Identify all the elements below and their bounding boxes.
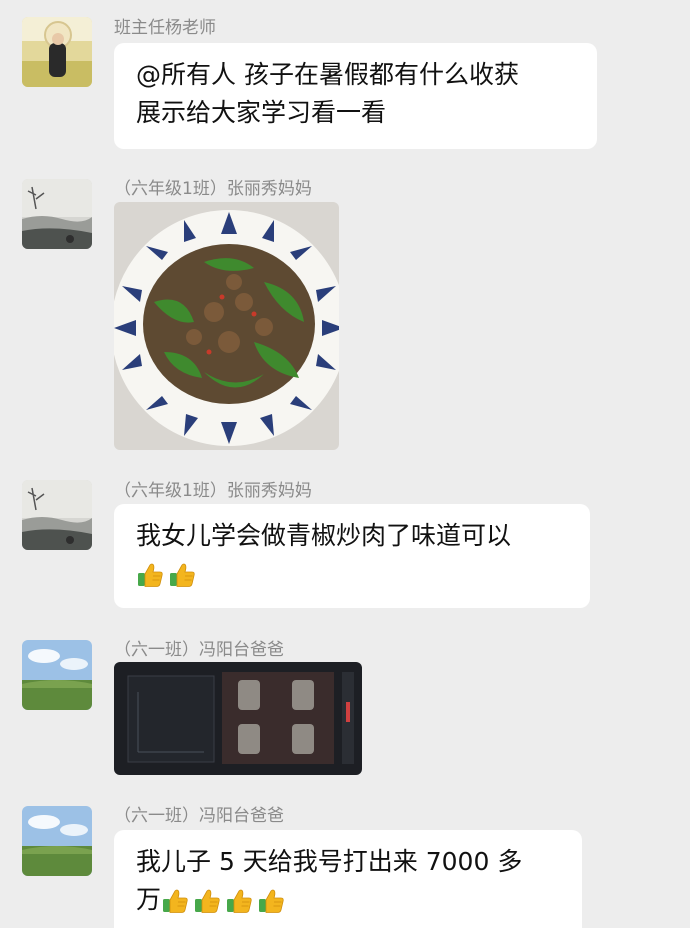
avatar[interactable] xyxy=(22,806,92,876)
thumbs-up-icon xyxy=(225,887,253,915)
teacher-avatar-image xyxy=(22,17,92,87)
ink-landscape-avatar-image xyxy=(22,480,92,550)
message-text: @所有人 孩子在暑假都有什么收获 xyxy=(136,60,519,89)
sender-name: （六年级1班）张丽秀妈妈 xyxy=(114,481,312,501)
message-text: 展示给大家学习看一看 xyxy=(136,98,387,127)
grassland-sky-avatar-image xyxy=(22,640,92,710)
grassland-sky-avatar-image xyxy=(22,806,92,876)
message-text: 我女儿学会做青椒炒肉了味道可以 xyxy=(136,521,512,550)
sender-name: 班主任杨老师 xyxy=(114,18,216,38)
message-bubble[interactable]: 我儿子 5 天给我号打出来 7000 多 万 xyxy=(114,830,582,928)
message-text-with-thumbs: 万 xyxy=(136,881,560,919)
avatar[interactable] xyxy=(22,480,92,550)
sender-name: （六一班）冯阳台爸爸 xyxy=(114,640,284,660)
sender-name: （六一班）冯阳台爸爸 xyxy=(114,806,284,826)
thumbs-up-icon xyxy=(136,561,164,589)
avatar[interactable] xyxy=(22,17,92,87)
ink-landscape-avatar-image xyxy=(22,179,92,249)
thumbs-row xyxy=(136,555,568,593)
message-bubble[interactable]: 我女儿学会做青椒炒肉了味道可以 xyxy=(114,504,590,608)
sender-name: （六年级1班）张丽秀妈妈 xyxy=(114,179,312,199)
food-photo[interactable] xyxy=(114,202,339,450)
game-inventory-image xyxy=(114,662,362,775)
game-screenshot[interactable] xyxy=(114,662,362,775)
thumbs-up-icon xyxy=(257,887,285,915)
thumbs-up-icon xyxy=(161,887,189,915)
avatar[interactable] xyxy=(22,640,92,710)
message-text: 我儿子 5 天给我号打出来 7000 多 xyxy=(136,847,523,876)
message-bubble[interactable]: @所有人 孩子在暑假都有什么收获 展示给大家学习看一看 xyxy=(114,43,597,149)
thumbs-up-icon xyxy=(193,887,221,915)
avatar[interactable] xyxy=(22,179,92,249)
thumbs-up-icon xyxy=(168,561,196,589)
message-text: 万 xyxy=(136,885,162,914)
stir-fried-pepper-pork-image xyxy=(114,202,339,450)
